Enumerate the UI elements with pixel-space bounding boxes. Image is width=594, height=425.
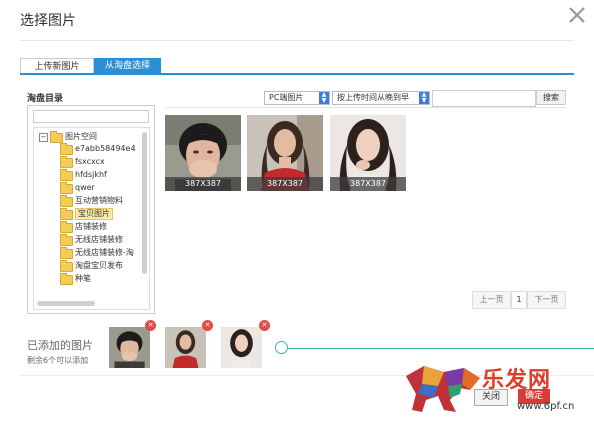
remove-image-icon[interactable]: ✕ [259, 320, 270, 331]
progress-handle [275, 341, 288, 354]
tree-item-label: 互动营销物料 [75, 196, 123, 205]
image-size-label: 387X387 [247, 177, 323, 191]
remaining-count-text: 剩余6个可以添加 [27, 356, 89, 365]
directory-tree-panel: − 图片空间 e7abb58494e4 fsxcxcx hfdsjkhf qwe… [27, 105, 155, 314]
tree-item-label: 无线店铺装修-淘 [75, 248, 134, 257]
current-page[interactable]: 1 [511, 291, 527, 309]
folder-icon [60, 182, 73, 194]
folder-icon [60, 247, 73, 259]
folder-icon [60, 234, 73, 246]
image-search-input[interactable] [432, 90, 536, 107]
bull-logo-icon [406, 366, 480, 412]
folder-icon [60, 273, 73, 285]
horizontal-scrollbar[interactable] [37, 301, 95, 306]
watermark-url: www.6pf.cn [517, 401, 575, 412]
photo-woman-hand-on-chin [221, 327, 262, 368]
added-image[interactable] [165, 327, 206, 368]
added-image[interactable] [109, 327, 150, 368]
tree-filter-input[interactable] [33, 110, 149, 123]
added-images-label: 已添加的图片 [27, 339, 93, 352]
tab-underline [20, 73, 574, 75]
dialog-title: 选择图片 [20, 13, 76, 29]
folder-icon [60, 260, 73, 272]
title-divider [20, 40, 574, 41]
tree-item-label: fsxcxcx [75, 157, 105, 166]
tree-item-label: 无线店铺装修 [75, 235, 123, 244]
photo-woman-covering-mouth [109, 327, 150, 368]
image-size-label: 387X387 [165, 177, 241, 191]
folder-icon [60, 143, 73, 155]
tree-item-label: 淘盘宝贝发布 [75, 261, 123, 270]
folder-icon [60, 221, 73, 233]
remove-image-icon[interactable]: ✕ [145, 320, 156, 331]
folder-icon [60, 156, 73, 168]
select-arrows-icon: ▲ ▼ [319, 92, 329, 104]
tree-item-label: 店铺装修 [75, 222, 107, 231]
select-image-dialog: 选择图片 上传新图片 从淘盘选择 淘盘目录 − 图片空间 e7abb58494e… [0, 0, 594, 425]
folder-icon [60, 169, 73, 181]
watermark-text: 乐发网 [482, 367, 552, 393]
tree-item-label: hfdsjkhf [75, 170, 107, 179]
added-image[interactable] [221, 327, 262, 368]
search-button[interactable]: 搜索 [536, 90, 566, 105]
tree-item-label: e7abb58494e4 [75, 144, 136, 153]
tree-item-label: 种笔 [75, 274, 91, 283]
remove-image-icon[interactable]: ✕ [202, 320, 213, 331]
prev-page-button[interactable]: 上一页 [472, 291, 511, 309]
collapse-icon[interactable]: − [39, 133, 48, 142]
folder-icon [60, 195, 73, 207]
folder-icon [50, 131, 63, 143]
vertical-scrollbar[interactable] [142, 132, 147, 274]
tab-select-from-disk[interactable]: 从淘盘选择 [94, 58, 161, 74]
sort-order-select[interactable]: 按上传时间从晚到早 ▲ ▼ [332, 91, 430, 105]
tab-upload-new[interactable]: 上传新图片 [20, 58, 94, 74]
image-type-select[interactable]: PC端图片 ▲ ▼ [264, 91, 330, 105]
close-icon[interactable] [564, 2, 590, 28]
directory-tree: − 图片空间 e7abb58494e4 fsxcxcx hfdsjkhf qwe… [33, 127, 150, 310]
directory-label: 淘盘目录 [27, 94, 64, 104]
grid-divider [165, 107, 566, 108]
photo-woman-red-top [165, 327, 206, 368]
image-thumbnail[interactable]: 387X387 [165, 115, 241, 191]
next-page-button[interactable]: 下一页 [527, 291, 566, 309]
folder-icon [60, 208, 73, 220]
tree-root-label: 图片空间 [65, 132, 97, 141]
progress-track [288, 348, 594, 349]
image-size-label: 387X387 [330, 177, 406, 191]
image-type-value: PC端图片 [269, 93, 304, 102]
tree-item-label: 宝贝图片 [75, 208, 113, 220]
image-thumbnail[interactable]: 387X387 [330, 115, 406, 191]
tree-item-label: qwer [75, 183, 95, 192]
select-arrows-icon: ▲ ▼ [419, 92, 429, 104]
sort-order-value: 按上传时间从晚到早 [337, 93, 409, 102]
image-thumbnail[interactable]: 387X387 [247, 115, 323, 191]
